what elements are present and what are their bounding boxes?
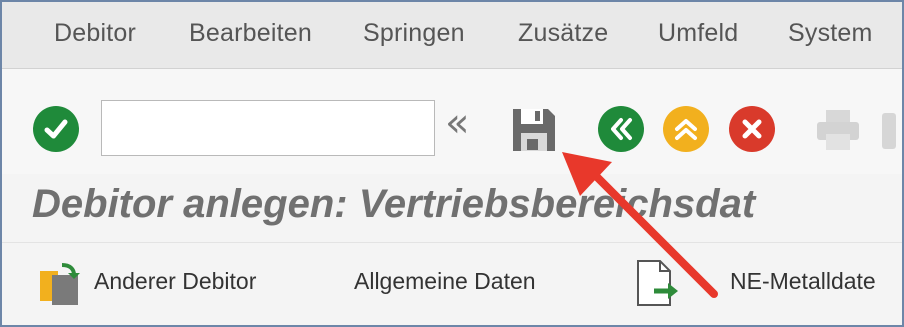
print-icon: [817, 110, 859, 150]
other-customer-button[interactable]: Anderer Debitor: [94, 268, 256, 295]
cancel-icon: [742, 119, 762, 139]
back-icon: [611, 118, 632, 140]
menu-system[interactable]: System: [788, 19, 873, 48]
other-customer-icon-wrap[interactable]: [38, 261, 84, 307]
save-icon: [513, 109, 555, 151]
nonferrous-data-button[interactable]: NE-Metalldate: [730, 268, 876, 295]
document-arrow-icon: [637, 260, 678, 306]
menu-debitor[interactable]: Debitor: [54, 19, 136, 48]
menu-zusaetze[interactable]: Zusätze: [518, 19, 608, 48]
menu-bearbeiten[interactable]: Bearbeiten: [189, 19, 312, 48]
check-icon: [44, 119, 68, 139]
menu-springen[interactable]: Springen: [363, 19, 465, 48]
standard-toolbar: «: [2, 69, 902, 175]
menu-umfeld[interactable]: Umfeld: [658, 19, 738, 48]
nonferrous-icon-wrap[interactable]: [634, 259, 680, 309]
switch-customer-icon: [40, 263, 80, 305]
title-bar: Debitor anlegen: Vertriebsbereichsdat: [2, 174, 902, 243]
find-button[interactable]: [878, 107, 902, 153]
menu-bar: Debitor Bearbeiten Springen Zusätze Umfe…: [2, 2, 902, 69]
back-button[interactable]: [598, 106, 644, 152]
expand-command-field-button[interactable]: «: [445, 103, 469, 143]
save-button[interactable]: [510, 106, 558, 154]
sap-window: Debitor Bearbeiten Springen Zusätze Umfe…: [0, 0, 904, 327]
print-button[interactable]: [814, 107, 862, 153]
exit-icon: [675, 119, 697, 140]
command-field[interactable]: [101, 100, 435, 156]
binoculars-icon: [882, 113, 896, 149]
exit-button[interactable]: [663, 106, 709, 152]
general-data-button[interactable]: Allgemeine Daten: [354, 268, 536, 295]
enter-button[interactable]: [33, 106, 79, 152]
application-toolbar: Anderer Debitor Allgemeine Daten NE-Meta…: [2, 243, 902, 325]
page-title: Debitor anlegen: Vertriebsbereichsdat: [32, 182, 756, 226]
cancel-button[interactable]: [729, 106, 775, 152]
